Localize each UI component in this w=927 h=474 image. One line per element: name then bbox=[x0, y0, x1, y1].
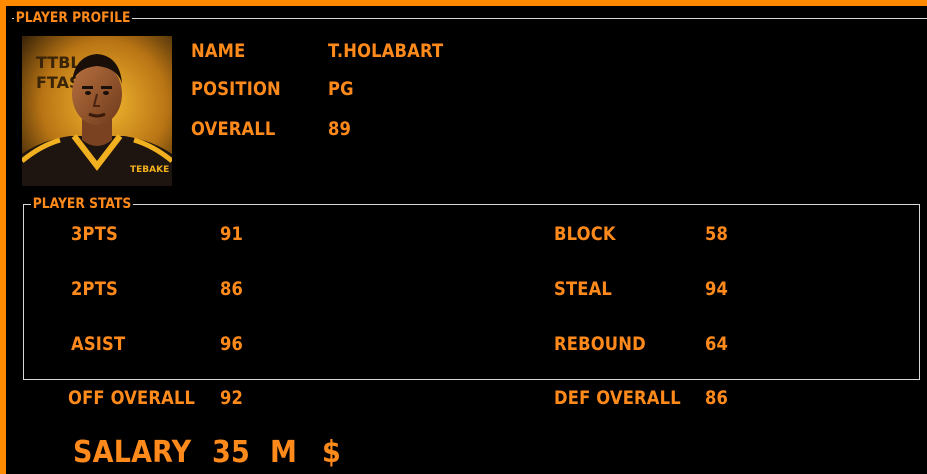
assist-value: 96 bbox=[220, 333, 244, 355]
steal-value: 94 bbox=[705, 278, 729, 300]
steal-label: STEAL bbox=[554, 278, 612, 300]
name-value: T.HOLABART bbox=[328, 40, 444, 62]
rebound-value: 64 bbox=[705, 333, 729, 355]
def-overall-value: 86 bbox=[705, 387, 729, 409]
player-stats-title: PLAYER STATS bbox=[31, 196, 134, 212]
salary-currency: $ bbox=[322, 435, 341, 470]
overall-value: 89 bbox=[328, 118, 352, 140]
player-portrait-image: TTBL FTASN TEBAKE bbox=[22, 36, 172, 186]
salary-label: SALARY bbox=[73, 435, 192, 470]
rebound-label: REBOUND bbox=[554, 333, 646, 355]
def-overall-label: DEF OVERALL bbox=[554, 387, 681, 409]
off-overall-label: OFF OVERALL bbox=[68, 387, 196, 409]
block-label: BLOCK bbox=[554, 223, 616, 245]
two-pts-value: 86 bbox=[220, 278, 244, 300]
off-overall-value: 92 bbox=[220, 387, 244, 409]
assist-label: ASIST bbox=[71, 333, 126, 355]
name-label: NAME bbox=[191, 40, 246, 62]
poster-text: TTBL bbox=[36, 53, 81, 72]
three-pts-label: 3PTS bbox=[71, 223, 118, 245]
position-value: PG bbox=[328, 78, 354, 100]
overall-label: OVERALL bbox=[191, 118, 276, 140]
salary-unit: M bbox=[270, 435, 298, 470]
svg-text:TEBAKE: TEBAKE bbox=[130, 165, 169, 175]
two-pts-label: 2PTS bbox=[71, 278, 118, 300]
three-pts-value: 91 bbox=[220, 223, 244, 245]
salary-amount: 35 bbox=[212, 435, 250, 470]
block-value: 58 bbox=[705, 223, 729, 245]
position-label: POSITION bbox=[191, 78, 281, 100]
player-avatar: TTBL FTASN TEBAKE bbox=[22, 36, 172, 186]
player-stats-panel bbox=[23, 204, 920, 380]
player-profile-title: PLAYER PROFILE bbox=[14, 10, 133, 26]
